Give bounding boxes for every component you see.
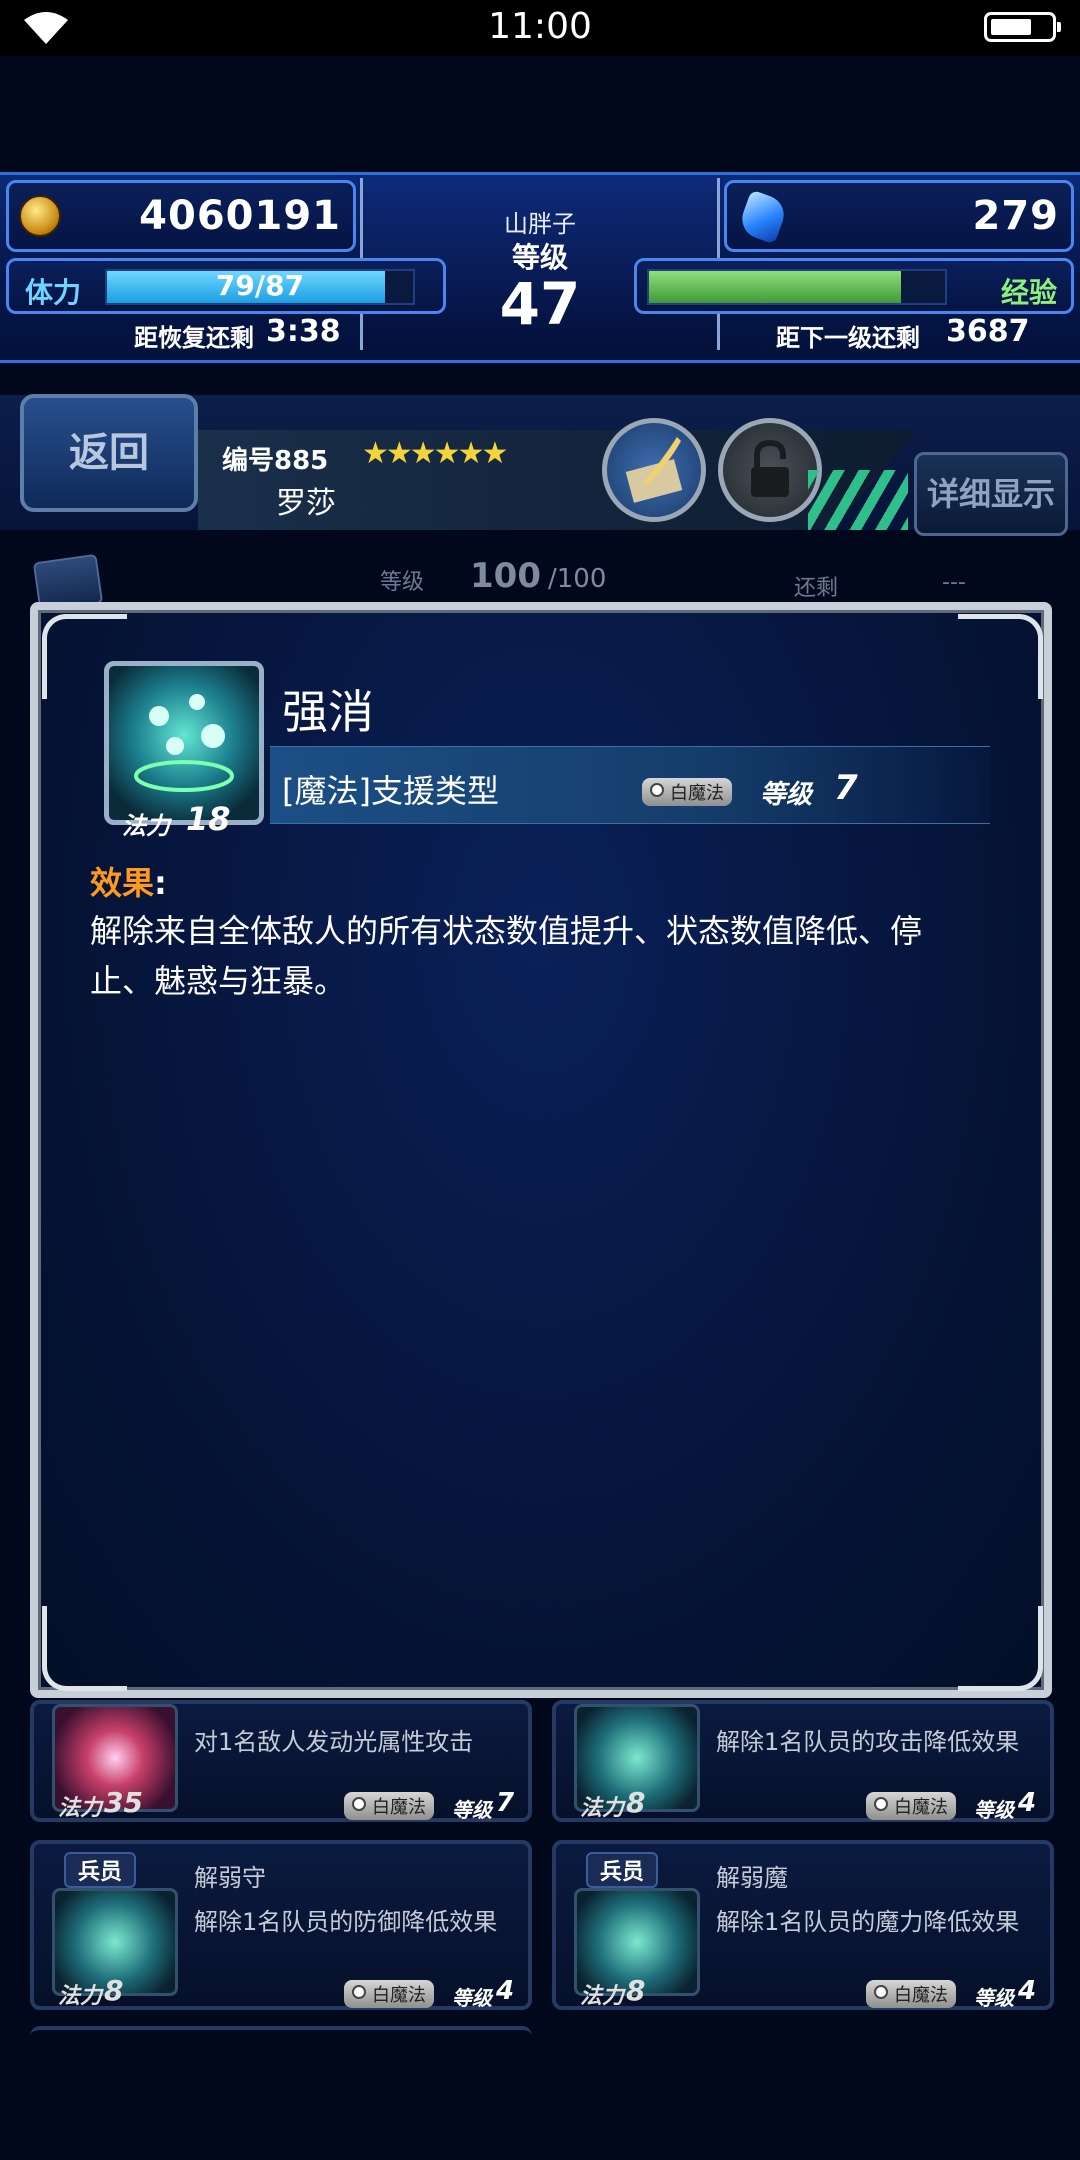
card-description: 对1名敌人发动光属性攻击 [194, 1728, 474, 1756]
stamina-recover-time: 3:38 [266, 314, 341, 349]
card-mp: 35 [104, 1786, 143, 1819]
card-magic-badge: 白魔法 [344, 1980, 434, 2008]
player-name: 山胖子 [504, 210, 576, 238]
exp-label: 经验 [1000, 276, 1057, 309]
accent-stripes [808, 470, 908, 530]
modal-corner-bl [42, 1606, 127, 1691]
card-level-label: 等级 [452, 1798, 492, 1822]
card-tag: 兵员 [586, 1852, 659, 1888]
magic-school-badge: 白魔法 [642, 778, 732, 806]
ability-card-4[interactable]: 兵员 解弱魔 解除1名队员的魔力降低效果 法力 8 白魔法 等级 4 [552, 1840, 1054, 2010]
card-level: 4 [1018, 1976, 1037, 2006]
card-description: 解除1名队员的攻击降低效果 [716, 1728, 1020, 1756]
card-tag: 兵员 [64, 1852, 137, 1888]
card-mp-label: 法力 [58, 1796, 103, 1821]
card-mp: 8 [626, 1786, 646, 1819]
card-row-edge [30, 2026, 532, 2038]
card-level: 4 [1018, 1788, 1037, 1818]
exp-bar-fill [649, 271, 901, 303]
status-bar: 11:00 [0, 0, 1080, 56]
lock-button[interactable] [718, 418, 822, 522]
stamina-value: 79/87 [215, 269, 305, 302]
unit-remaining-label: 还剩 [794, 576, 839, 601]
card-level-label: 等级 [452, 1986, 492, 2010]
ability-level: 7 [834, 768, 858, 808]
next-level-value: 3687 [946, 314, 1030, 349]
card-mp: 8 [104, 1974, 124, 2007]
ability-icon [104, 661, 264, 825]
stamina-recover-label: 距恢复还剩 [134, 324, 254, 352]
stamina-panel: 体力 79/87 [6, 258, 446, 314]
next-level-label: 距下一级还剩 [776, 324, 920, 352]
unit-remaining-value: --- [942, 570, 966, 595]
card-name: 解弱守 [194, 1864, 266, 1892]
exp-bar-track [647, 269, 947, 305]
effect-text: 解除来自全体敌人的所有状态数值提升、状态数值降低、停止、魅惑与狂暴。 [90, 912, 923, 1000]
card-mp-label: 法力 [58, 1984, 103, 2009]
card-description: 解除1名队员的防御降低效果 [194, 1908, 498, 1936]
card-mp-label: 法力 [580, 1796, 625, 1821]
unit-number: 编号885 [222, 446, 329, 476]
gem-panel: 279 [724, 180, 1074, 252]
ability-name: 强消 [282, 685, 374, 739]
card-level-label: 等级 [974, 1986, 1014, 2010]
unit-rarity-stars: ★★★★★★ [362, 436, 508, 471]
unit-level-max: /100 [548, 564, 607, 594]
ability-type: [魔法]支援类型 [282, 772, 499, 810]
padlock-icon [751, 439, 789, 497]
ability-mp-cost: 18 [186, 800, 231, 838]
back-button[interactable]: 返回 [20, 394, 198, 512]
quill-book-button[interactable] [602, 418, 706, 522]
card-level: 4 [496, 1976, 515, 2006]
ability-mp-label: 法力 [122, 812, 170, 840]
gem-amount: 279 [972, 193, 1059, 239]
card-name: 解弱魔 [716, 1864, 788, 1892]
effect-colon: : [154, 864, 167, 902]
ability-card-3[interactable]: 兵员 解弱守 解除1名队员的防御降低效果 法力 8 白魔法 等级 4 [30, 1840, 532, 2010]
card-magic-badge: 白魔法 [866, 1980, 956, 2008]
stamina-label: 体力 [25, 276, 82, 309]
modal-corner-br [958, 1606, 1043, 1691]
card-level: 7 [496, 1788, 515, 1818]
gem-icon [736, 189, 790, 245]
ability-card-1[interactable]: 对1名敌人发动光属性攻击 法力 35 白魔法 等级 7 [30, 1700, 532, 1822]
gil-amount: 4060191 [139, 193, 341, 239]
gil-panel: 4060191 [6, 180, 356, 252]
detail-display-button[interactable]: 详细显示 [914, 452, 1068, 536]
ability-card-2[interactable]: 解除1名队员的攻击降低效果 法力 8 白魔法 等级 4 [552, 1700, 1054, 1822]
effect-label: 效果 [90, 864, 155, 902]
unit-level-label: 等级 [380, 570, 425, 595]
status-time: 11:00 [488, 6, 592, 47]
gil-coin-icon [19, 195, 61, 237]
modal-corner-tr [958, 614, 1043, 699]
card-mp-label: 法力 [580, 1984, 625, 2009]
ability-level-label: 等级 [760, 780, 813, 810]
exp-panel: 经验 [634, 258, 1074, 314]
card-magic-badge: 白魔法 [344, 1792, 434, 1820]
card-mp: 8 [626, 1974, 646, 2007]
quill-book-icon [625, 437, 683, 503]
effect-heading: 效果: [90, 858, 167, 904]
unit-level-current: 100 [470, 556, 541, 596]
battery-icon [984, 12, 1061, 42]
unit-name: 罗莎 [276, 486, 336, 521]
card-description: 解除1名队员的魔力降低效果 [716, 1908, 1020, 1936]
card-level-label: 等级 [974, 1798, 1014, 1822]
card-magic-badge: 白魔法 [866, 1792, 956, 1820]
